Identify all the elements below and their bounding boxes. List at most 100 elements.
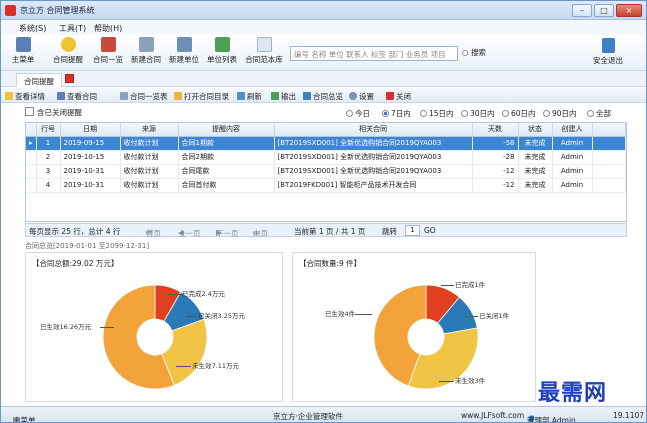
table-row[interactable]: ▸ 1 2019-09-15 收付款计划 合同1期款 [BT2019SXD001… [26, 136, 627, 151]
page-info: 当前第 1 页 / 共 1 页 [294, 227, 366, 236]
table-row[interactable]: 3 2019-10-31 收付款计划 合同尾款 [BT2019SXD001] 全… [26, 164, 627, 179]
cell: 合同2期款 [178, 150, 275, 165]
toolbar-template-library[interactable]: 合同范本库 [242, 37, 286, 65]
filter-7-days[interactable]: 7日内 [382, 108, 411, 119]
slice-label-closed: 已关闭1件 [479, 312, 510, 320]
page-number-input[interactable]: 1 [405, 225, 420, 236]
tab-close-icon[interactable] [65, 74, 74, 83]
minimize-button[interactable]: – [572, 4, 592, 17]
status-site[interactable]: www.JLFsoft.com [461, 411, 524, 420]
column-header[interactable]: 相关合同 [274, 123, 473, 137]
cell: 未完成 [518, 136, 553, 151]
column-header[interactable]: 天数 [472, 123, 519, 137]
leader-line [168, 294, 181, 295]
filter-15-days[interactable]: 15日内 [420, 108, 454, 119]
cell: 收付款计划 [120, 136, 179, 151]
column-header[interactable]: 行号 [36, 123, 61, 137]
label: 60日内 [511, 109, 536, 118]
table-row[interactable]: 2 2019-10-15 收付款计划 合同2期款 [BT2019SXD001] … [26, 150, 627, 165]
filter-today[interactable]: 今日 [346, 108, 370, 119]
menu-help[interactable]: 帮助(H) [94, 23, 122, 34]
refresh-button[interactable]: 刷新 [237, 91, 262, 102]
slice-label-completed: 已完成1件 [455, 281, 486, 289]
toolbar-label: 合同一览 [93, 55, 123, 64]
label: 设置 [359, 92, 374, 101]
logout-button[interactable]: 安全退出 [593, 38, 623, 66]
cell: 未完成 [518, 150, 553, 165]
column-header[interactable]: 来源 [120, 123, 179, 137]
filler-cell [592, 164, 627, 179]
label: 7日内 [391, 109, 411, 118]
toolbar-contract-reminder[interactable]: 合同提醒 [50, 37, 86, 65]
filter-all[interactable]: 全部 [587, 108, 611, 119]
cell: 收付款计划 [120, 178, 179, 193]
leader-line [100, 327, 114, 328]
filler-cell [592, 150, 627, 165]
toolbar-main-menu[interactable]: 主菜单 [10, 37, 36, 65]
toolbar-unit-list[interactable]: 单位列表 [204, 37, 240, 65]
app-window: 京立方 合同管理系统 – □ × 系统(S) 工具(T) 帮助(H) 主菜单 合… [0, 0, 647, 423]
toolbar-new-contract[interactable]: 新建合同 [128, 37, 164, 65]
slice-label-completed: 已完成2.4万元 [182, 290, 225, 298]
filter-60-days[interactable]: 60日内 [502, 108, 536, 119]
leader-line [355, 314, 372, 315]
filler-cell [592, 178, 627, 193]
toolbar-label: 新建合同 [131, 55, 161, 64]
contract-overview-list-button[interactable]: 合同一览表 [120, 91, 168, 102]
toolbar-label: 合同范本库 [245, 55, 283, 64]
toolbar-label: 新建单位 [169, 55, 199, 64]
menu-system[interactable]: 系统(S) [19, 23, 46, 34]
row-indicator [26, 164, 37, 179]
next-page-icon: ▶ [216, 228, 222, 237]
cell: 1 [36, 136, 61, 151]
search-button[interactable]: ○ 搜索 [462, 47, 486, 58]
toolbar-new-unit[interactable]: 新建单位 [166, 37, 202, 65]
row-indicator: ▸ [26, 136, 37, 151]
cell: 合同尾款 [178, 164, 275, 179]
chart-title: 【合同数量:9 件】 [299, 259, 362, 268]
cell: [BT2019FKD001] 智能柜产品技术开发合同 [274, 178, 473, 193]
include-closed-checkbox[interactable] [25, 107, 34, 116]
radio-icon [346, 110, 353, 117]
column-header[interactable]: 日期 [60, 123, 121, 137]
amount-chart-panel: 【合同总额:29.02 万元】 已完成2.4万元 已关闭3.25万元 未生效7.… [25, 252, 283, 402]
open-folder-button[interactable]: 打开合同目录 [174, 91, 229, 102]
toolbar-contract-list[interactable]: 合同一览 [90, 37, 126, 65]
close-button[interactable]: × [616, 4, 642, 17]
label: 15日内 [429, 109, 454, 118]
book-icon [100, 37, 116, 52]
tab-contract-reminder[interactable]: 合同提醒 [16, 73, 62, 87]
menu-tools[interactable]: 工具(T) [59, 23, 86, 34]
maximize-button[interactable]: □ [594, 4, 614, 17]
page-size-info: 每页显示 25 行，总计 4 行 [29, 227, 121, 236]
leader-line [439, 381, 454, 382]
filter-90-days[interactable]: 90日内 [543, 108, 577, 119]
close-tab-button[interactable]: 关闭 [386, 91, 411, 102]
cell: -58 [472, 136, 519, 151]
close-icon [386, 92, 394, 100]
cell: Admin [552, 136, 593, 151]
column-header[interactable]: 创建人 [552, 123, 593, 137]
go-button[interactable]: GO [424, 226, 436, 235]
column-header[interactable]: 提醒内容 [178, 123, 275, 137]
column-header[interactable]: 状态 [518, 123, 553, 137]
cell: Admin [552, 178, 593, 193]
settings-button[interactable]: 设置 [349, 91, 374, 102]
export-button[interactable]: 输出 [271, 91, 296, 102]
label: 主菜单 [13, 416, 36, 423]
slice-label-active: 已生效16.26万元 [40, 323, 92, 331]
users-icon [214, 37, 230, 52]
last-page-icon: ⏭ [253, 228, 260, 237]
search-input[interactable]: 编号 名称 单位 联系人 标签 部门 业务员 项目 [290, 46, 458, 61]
overview-button[interactable]: 合同总览 [303, 91, 343, 102]
view-details-button[interactable]: 查看详情 [5, 91, 45, 102]
cell: 收付款计划 [120, 164, 179, 179]
label: 上一页 [178, 229, 201, 238]
table-row[interactable]: 4 2019-10-31 收付款计划 合同首付款 [BT2019FKD001] … [26, 178, 627, 193]
slice-label-active: 已生效4件 [325, 310, 356, 318]
cell: 合同1期款 [178, 136, 275, 151]
label: 全部 [596, 109, 611, 118]
logout-label: 安全退出 [593, 56, 623, 65]
view-contract-button[interactable]: 查看合同 [57, 91, 97, 102]
filter-30-days[interactable]: 30日内 [461, 108, 495, 119]
